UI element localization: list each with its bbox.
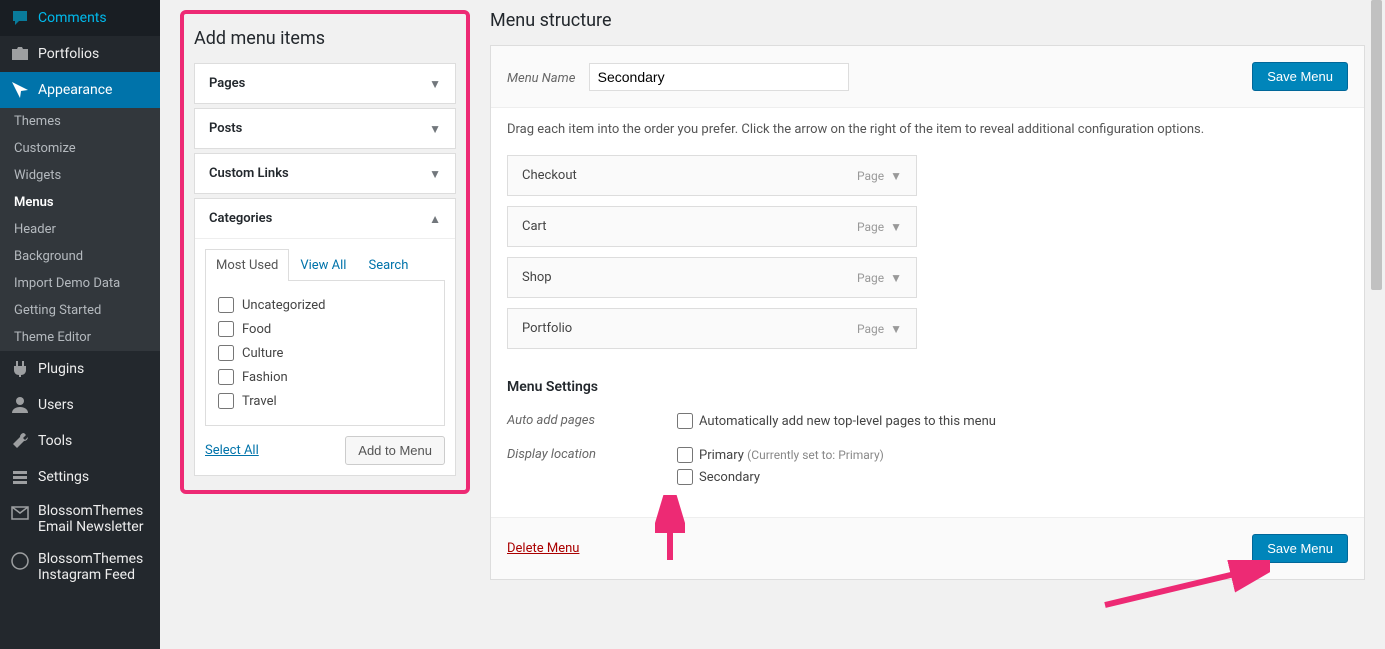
tab-most-used[interactable]: Most Used [205, 249, 289, 281]
auto-add-label: Auto add pages [507, 413, 677, 435]
caret-down-icon: ▼ [890, 271, 902, 285]
acc-label: Custom Links [209, 166, 289, 181]
add-menu-title: Add menu items [194, 28, 456, 49]
sidebar-label: Comments [38, 10, 107, 26]
acc-custom-links[interactable]: Custom Links ▼ [194, 153, 456, 194]
comments-icon [10, 8, 30, 28]
scrollbar[interactable] [1369, 0, 1384, 649]
main-content: Add menu items Pages ▼ Posts ▼ Custom Link… [160, 0, 1385, 649]
acc-posts[interactable]: Posts ▼ [194, 108, 456, 149]
menu-name-input[interactable] [589, 63, 849, 91]
auto-add-checkbox[interactable] [677, 413, 693, 429]
cat-travel[interactable]: Travel [218, 389, 432, 413]
menu-settings-title: Menu Settings [507, 379, 1348, 395]
subitem-theme-editor[interactable]: Theme Editor [0, 324, 160, 351]
acc-label: Categories [209, 211, 272, 226]
scroll-thumb[interactable] [1371, 0, 1382, 290]
sidebar-item-users[interactable]: Users [0, 387, 160, 423]
cat-checkbox[interactable] [218, 297, 234, 313]
cat-checkbox[interactable] [218, 345, 234, 361]
cat-food[interactable]: Food [218, 317, 432, 341]
sidebar-label: Portfolios [38, 46, 99, 62]
caret-down-icon: ▼ [890, 169, 902, 183]
tab-view-all[interactable]: View All [289, 249, 357, 281]
menu-name-label: Menu Name [507, 71, 575, 86]
caret-down-icon: ▼ [429, 122, 441, 136]
bt-icon [10, 551, 30, 571]
sidebar-item-portfolios[interactable]: Portfolios [0, 36, 160, 72]
caret-down-icon: ▼ [890, 322, 902, 336]
menu-item-checkout[interactable]: Checkout Page▼ [507, 155, 917, 196]
cat-fashion[interactable]: Fashion [218, 365, 432, 389]
menu-item-label: Shop [522, 270, 552, 285]
caret-up-icon: ▲ [429, 212, 441, 226]
subitem-widgets[interactable]: Widgets [0, 162, 160, 189]
menu-item-shop[interactable]: Shop Page▼ [507, 257, 917, 298]
admin-sidebar: Comments Portfolios Appearance Themes Cu… [0, 0, 160, 649]
auto-add-option[interactable]: Automatically add new top-level pages to… [677, 413, 996, 429]
portfolio-icon [10, 44, 30, 64]
subitem-customize[interactable]: Customize [0, 135, 160, 162]
menu-structure-title: Menu structure [490, 10, 1365, 31]
cat-checkbox[interactable] [218, 393, 234, 409]
tab-search[interactable]: Search [357, 249, 419, 281]
sidebar-label: Plugins [38, 361, 84, 377]
subitem-header[interactable]: Header [0, 216, 160, 243]
primary-checkbox[interactable] [677, 447, 693, 463]
save-menu-button-top[interactable]: Save Menu [1252, 62, 1348, 91]
secondary-checkbox[interactable] [677, 469, 693, 485]
caret-down-icon: ▼ [429, 167, 441, 181]
caret-down-icon: ▼ [890, 220, 902, 234]
display-primary[interactable]: Primary (Currently set to: Primary) [677, 447, 884, 463]
sidebar-item-comments[interactable]: Comments [0, 0, 160, 36]
sidebar-item-email[interactable]: BlossomThemes Email Newsletter [0, 495, 160, 543]
display-secondary[interactable]: Secondary [677, 469, 884, 485]
tools-icon [10, 431, 30, 451]
select-all-link[interactable]: Select All [205, 443, 259, 458]
sidebar-label: Settings [38, 469, 89, 485]
plugins-icon [10, 359, 30, 379]
subitem-background[interactable]: Background [0, 243, 160, 270]
sidebar-label: BlossomThemes Email Newsletter [38, 503, 150, 535]
drag-hint: Drag each item into the order you prefer… [507, 122, 1348, 137]
sidebar-label: BlossomThemes Instagram Feed [38, 551, 150, 583]
caret-down-icon: ▼ [429, 77, 441, 91]
sidebar-label: Users [38, 397, 74, 413]
add-menu-highlight: Add menu items Pages ▼ Posts ▼ Custom Link… [180, 10, 470, 494]
sidebar-item-plugins[interactable]: Plugins [0, 351, 160, 387]
menu-item-portfolio[interactable]: Portfolio Page▼ [507, 308, 917, 349]
sidebar-label: Appearance [38, 82, 112, 98]
cat-checkbox[interactable] [218, 321, 234, 337]
menu-item-label: Cart [522, 219, 547, 234]
acc-categories-toggle[interactable]: Categories ▲ [195, 199, 455, 238]
cat-culture[interactable]: Culture [218, 341, 432, 365]
sidebar-item-instagram[interactable]: BlossomThemes Instagram Feed [0, 543, 160, 591]
subitem-menus[interactable]: Menus [0, 189, 160, 216]
sidebar-label: Tools [38, 433, 72, 449]
sidebar-item-appearance[interactable]: Appearance [0, 72, 160, 108]
menu-item-label: Portfolio [522, 321, 572, 336]
sidebar-item-settings[interactable]: Settings [0, 459, 160, 495]
acc-categories: Categories ▲ Most Used View All Search Un… [194, 198, 456, 476]
cat-checkbox[interactable] [218, 369, 234, 385]
email-icon [10, 503, 30, 523]
appearance-icon [10, 80, 30, 100]
acc-label: Pages [209, 76, 245, 91]
cat-uncategorized[interactable]: Uncategorized [218, 293, 432, 317]
subitem-import-demo[interactable]: Import Demo Data [0, 270, 160, 297]
delete-menu-link[interactable]: Delete Menu [507, 541, 579, 556]
sidebar-item-tools[interactable]: Tools [0, 423, 160, 459]
acc-label: Posts [209, 121, 242, 136]
subitem-getting-started[interactable]: Getting Started [0, 297, 160, 324]
save-menu-button-bottom[interactable]: Save Menu [1252, 534, 1348, 563]
add-to-menu-button[interactable]: Add to Menu [345, 436, 445, 465]
subitem-themes[interactable]: Themes [0, 108, 160, 135]
acc-pages[interactable]: Pages ▼ [194, 63, 456, 104]
display-location-label: Display location [507, 447, 677, 491]
menu-item-label: Checkout [522, 168, 577, 183]
users-icon [10, 395, 30, 415]
menu-structure-panel: Menu Name Save Menu Drag each item into … [490, 45, 1365, 580]
menu-item-cart[interactable]: Cart Page▼ [507, 206, 917, 247]
settings-icon [10, 467, 30, 487]
